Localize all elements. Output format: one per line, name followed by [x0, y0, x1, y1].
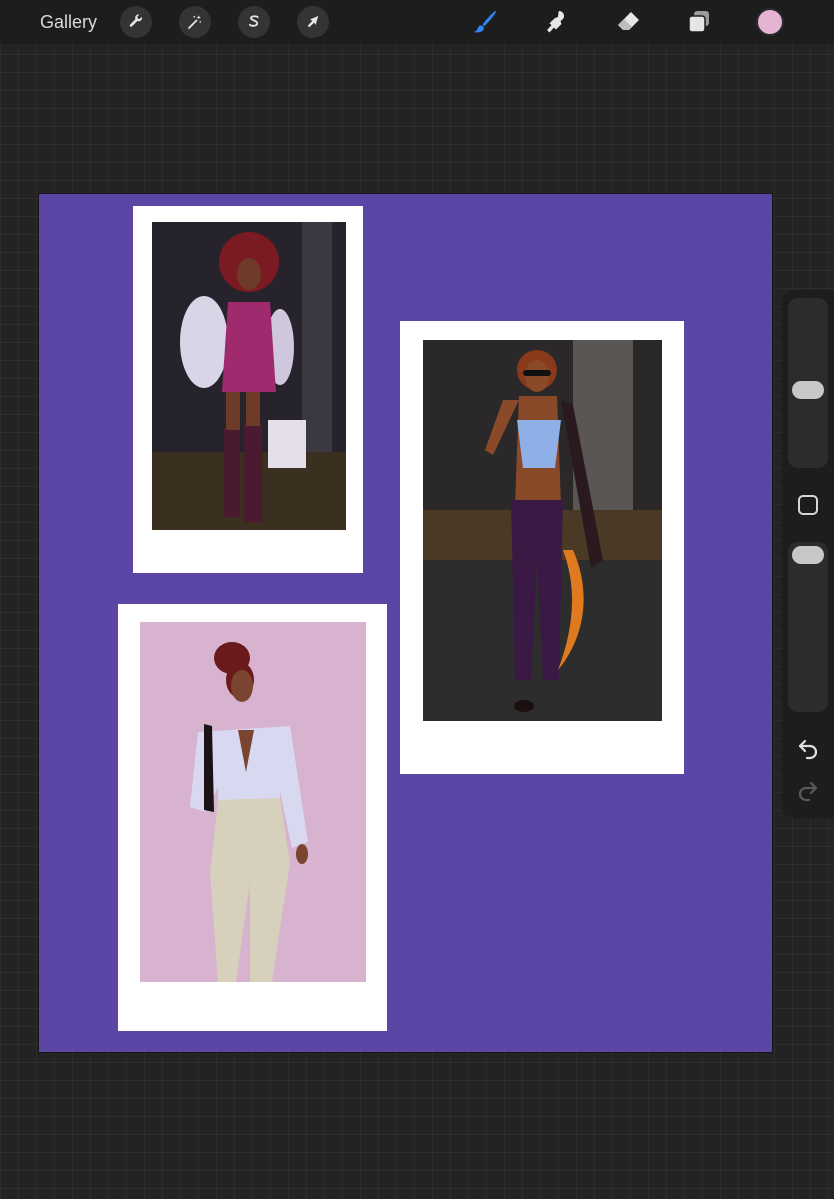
layers-icon	[688, 11, 709, 33]
eraser-icon	[618, 12, 639, 30]
undo-button[interactable]	[796, 736, 820, 760]
polaroid-frame-2	[400, 321, 684, 774]
top-toolbar: Gallery	[0, 0, 834, 44]
transform-button[interactable]	[297, 6, 329, 38]
redo-button[interactable]	[796, 778, 820, 802]
layers-button[interactable]	[684, 7, 714, 37]
brush-size-slider[interactable]	[788, 298, 828, 468]
polaroid-frame-1	[133, 206, 363, 573]
photo-blue-top	[423, 340, 662, 721]
photo-pink-dress	[152, 222, 346, 530]
opacity-slider[interactable]	[788, 542, 828, 712]
eraser-tool[interactable]	[613, 7, 643, 37]
brush-sidebar	[782, 290, 834, 818]
wrench-icon	[129, 14, 143, 27]
photo-white-shirt	[140, 622, 366, 982]
adjustments-button[interactable]	[179, 6, 211, 38]
square-icon	[798, 495, 818, 515]
color-picker-button[interactable]	[756, 8, 784, 36]
selection-button[interactable]	[238, 6, 270, 38]
redo-icon	[798, 781, 818, 802]
undo-icon	[798, 739, 818, 760]
magic-wand-icon	[188, 15, 202, 29]
brush-icon	[474, 11, 496, 33]
selection-s-icon	[248, 15, 259, 27]
smudge-icon	[547, 11, 564, 33]
actions-button[interactable]	[120, 6, 152, 38]
opacity-thumb[interactable]	[792, 546, 824, 564]
smudge-tool[interactable]	[542, 7, 572, 37]
arrow-cursor-icon	[307, 16, 319, 28]
polaroid-frame-3	[118, 604, 387, 1031]
brush-tool[interactable]	[470, 7, 500, 37]
brush-size-thumb[interactable]	[792, 381, 824, 400]
modify-button[interactable]	[797, 494, 819, 516]
gallery-button[interactable]: Gallery	[40, 11, 97, 33]
procreate-app: Gallery	[0, 0, 834, 1199]
artwork-canvas[interactable]	[39, 194, 772, 1052]
